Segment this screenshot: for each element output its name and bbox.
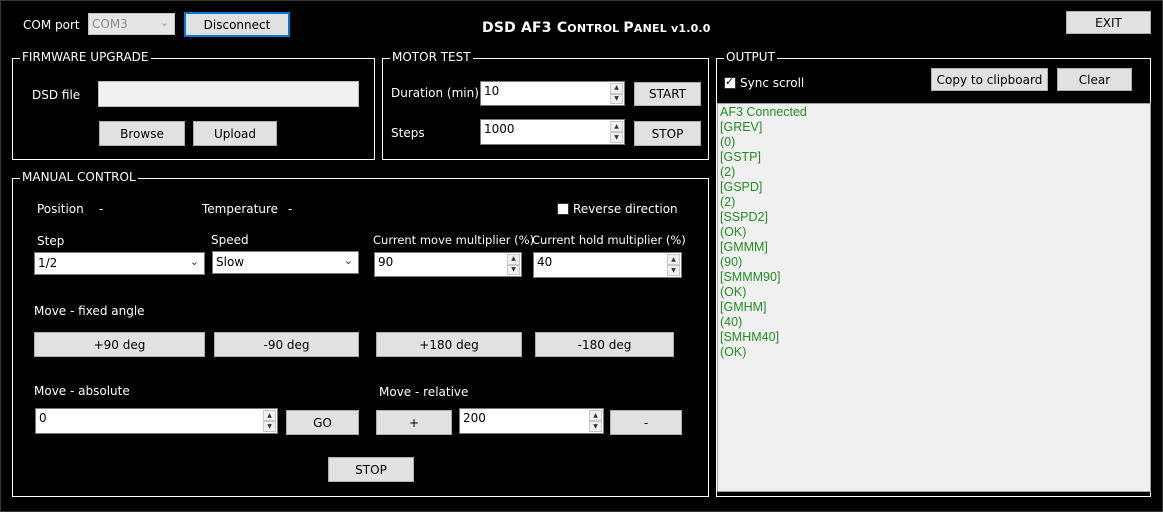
log-line: (2) — [720, 165, 736, 179]
spin-up-icon[interactable]: ▲ — [667, 254, 680, 265]
log-line: [GREV] — [720, 120, 763, 134]
move-absolute-label: Move - absolute — [34, 384, 130, 398]
spin-down-icon[interactable]: ▼ — [589, 421, 602, 432]
log-line: [GMMM] — [720, 240, 768, 254]
app-title: DSD AF3 CONTROL PANEL v1.0.0 — [482, 20, 711, 36]
sync-scroll-checkbox[interactable]: ✓ — [724, 75, 736, 89]
log-line: [GSPD] — [720, 180, 763, 194]
position-value: - — [99, 202, 104, 216]
step-select[interactable]: 1/2 ⌄ — [34, 252, 205, 275]
move-multiplier-input[interactable]: 90 ▲ ▼ — [374, 252, 522, 277]
chevron-down-icon: ⌄ — [189, 255, 199, 268]
temperature-label: Temperature — [202, 202, 279, 216]
relative-minus-button[interactable]: - — [610, 410, 682, 435]
spin-down-icon[interactable]: ▼ — [610, 132, 623, 143]
duration-input[interactable]: 10 ▲ ▼ — [480, 81, 625, 106]
exit-button[interactable]: EXIT — [1066, 11, 1151, 34]
plus-90-button[interactable]: +90 deg — [34, 332, 205, 357]
log-line: (0) — [720, 135, 736, 149]
fixed-angle-label: Move - fixed angle — [34, 304, 145, 318]
dsd-file-field[interactable] — [98, 81, 359, 107]
speed-select[interactable]: Slow ⌄ — [212, 251, 359, 274]
checkmark-icon: ✓ — [725, 75, 735, 88]
spin-down-icon[interactable]: ▼ — [667, 265, 680, 276]
relative-plus-button[interactable]: + — [376, 410, 452, 435]
reverse-direction-label: Reverse direction — [573, 202, 678, 216]
log-line: [GMHM] — [720, 300, 767, 314]
log-line: [SMHM40] — [720, 330, 780, 344]
step-value: 1/2 — [38, 256, 58, 270]
motor-test-legend: MOTOR TEST — [390, 50, 473, 64]
log-line: (OK) — [720, 345, 747, 359]
dsd-file-label: DSD file — [32, 88, 81, 102]
motor-stop-button[interactable]: STOP — [634, 121, 701, 146]
duration-label: Duration (min) — [391, 86, 479, 100]
hold-multiplier-input[interactable]: 40 ▲ ▼ — [533, 252, 682, 278]
disconnect-button[interactable]: Disconnect — [184, 12, 290, 37]
step-label: Step — [37, 234, 65, 248]
log-line: (OK) — [720, 225, 747, 239]
relative-amount-input[interactable]: 200 ▲ ▼ — [459, 408, 604, 434]
manual-stop-button[interactable]: STOP — [328, 457, 414, 482]
chevron-down-icon: ⌄ — [159, 16, 169, 29]
plus-180-button[interactable]: +180 deg — [376, 332, 522, 357]
spin-up-icon[interactable]: ▲ — [610, 83, 623, 94]
log-line: (2) — [720, 195, 736, 209]
spin-down-icon[interactable]: ▼ — [507, 264, 520, 275]
speed-value: Slow — [216, 255, 245, 269]
spin-up-icon[interactable]: ▲ — [263, 410, 276, 421]
app-window: COM port COM3 ⌄ Disconnect DSD AF3 CONTR… — [0, 0, 1163, 512]
position-label: Position — [37, 202, 84, 216]
hold-multiplier-label: Current hold multiplier (%) — [532, 233, 686, 247]
move-relative-label: Move - relative — [379, 385, 469, 399]
spin-down-icon[interactable]: ▼ — [263, 421, 276, 432]
minus-180-button[interactable]: -180 deg — [535, 332, 674, 357]
steps-label: Steps — [391, 126, 425, 140]
com-port-value: COM3 — [92, 17, 128, 31]
output-legend: OUTPUT — [724, 50, 777, 64]
browse-button[interactable]: Browse — [99, 121, 185, 146]
output-log[interactable]: AF3 Connected [GREV] (0) [GSTP] (2) [GSP… — [717, 103, 1151, 492]
log-line: [SMMM90] — [720, 270, 781, 284]
steps-input[interactable]: 1000 ▲ ▼ — [480, 119, 625, 145]
minus-90-button[interactable]: -90 deg — [214, 332, 359, 357]
manual-control-legend: MANUAL CONTROL — [20, 170, 138, 184]
absolute-position-input[interactable]: 0 ▲ ▼ — [35, 408, 278, 434]
temperature-value: - — [288, 202, 293, 216]
chevron-down-icon: ⌄ — [343, 254, 353, 267]
com-port-select[interactable]: COM3 ⌄ — [88, 13, 175, 35]
spin-up-icon[interactable]: ▲ — [507, 254, 520, 265]
upload-button[interactable]: Upload — [193, 121, 277, 146]
speed-label: Speed — [211, 233, 249, 247]
log-line: [SSPD2] — [720, 210, 768, 224]
motor-start-button[interactable]: START — [634, 82, 701, 106]
log-line: (90) — [720, 255, 743, 269]
spin-up-icon[interactable]: ▲ — [610, 121, 623, 132]
log-line: (OK) — [720, 285, 747, 299]
spin-up-icon[interactable]: ▲ — [589, 410, 602, 421]
log-line: (40) — [720, 315, 743, 329]
log-line: [GSTP] — [720, 150, 761, 164]
sync-scroll-label: Sync scroll — [740, 76, 805, 90]
copy-to-clipboard-button[interactable]: Copy to clipboard — [931, 68, 1048, 91]
move-multiplier-label: Current move multiplier (%) — [373, 233, 535, 247]
log-line: AF3 Connected — [720, 105, 807, 119]
firmware-upgrade-legend: FIRMWARE UPGRADE — [20, 50, 151, 64]
reverse-direction-checkbox[interactable] — [557, 203, 569, 215]
com-port-label: COM port — [23, 18, 80, 32]
go-button[interactable]: GO — [286, 410, 359, 435]
clear-button[interactable]: Clear — [1057, 68, 1132, 91]
spin-down-icon[interactable]: ▼ — [610, 93, 623, 104]
